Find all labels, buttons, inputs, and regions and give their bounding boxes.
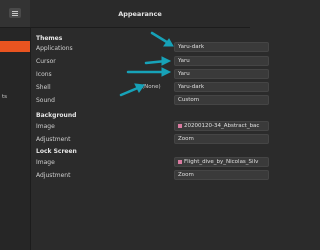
annotation-arrows xyxy=(119,31,174,97)
